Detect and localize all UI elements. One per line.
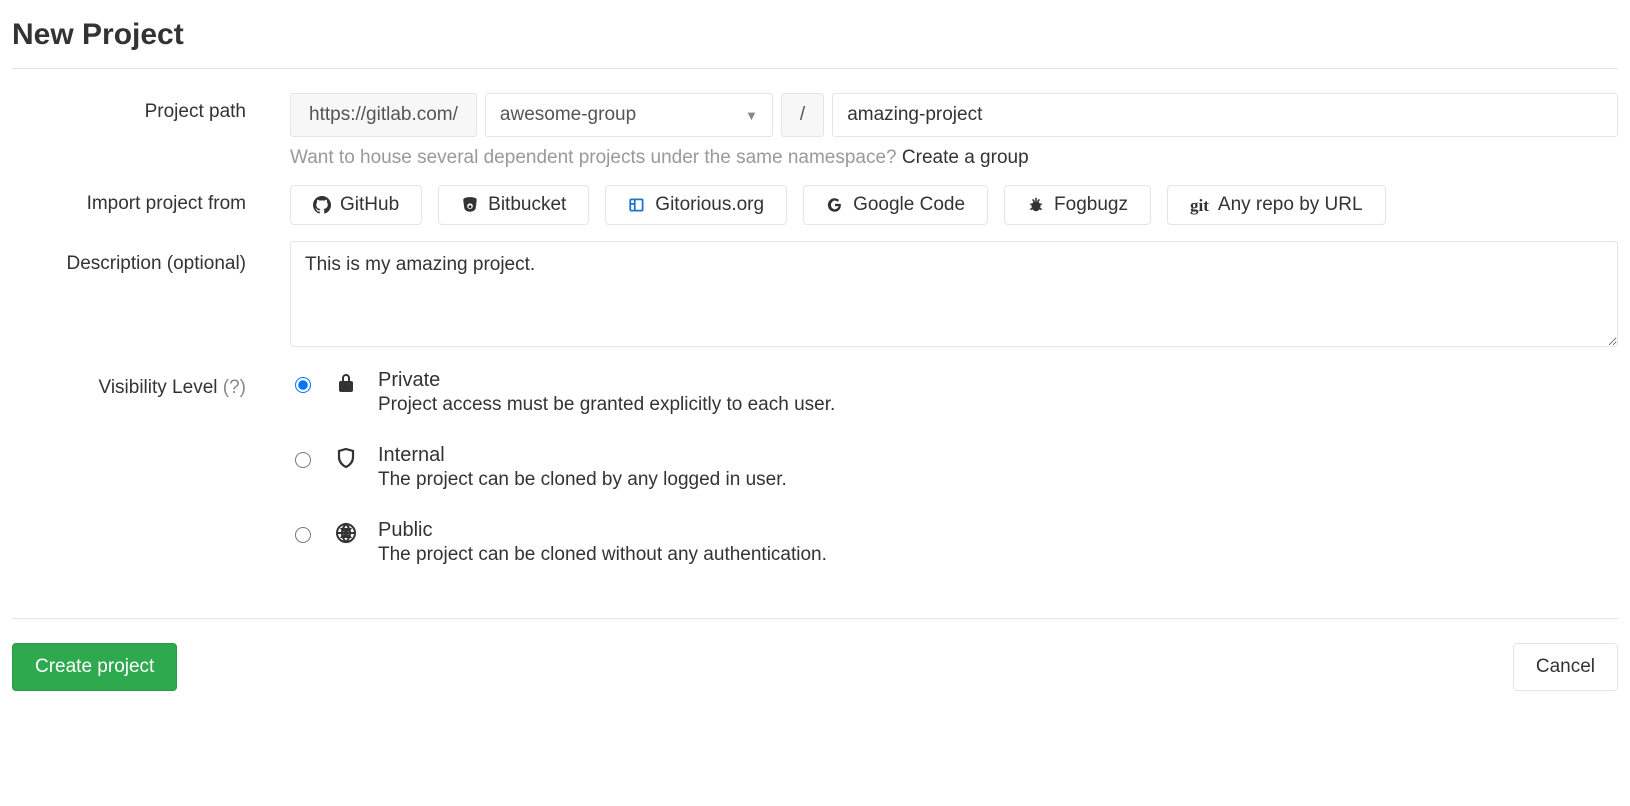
github-icon bbox=[313, 196, 331, 214]
visibility-private-title: Private bbox=[378, 369, 835, 392]
import-github-button[interactable]: GitHub bbox=[290, 185, 422, 225]
visibility-option-internal[interactable]: Internal The project can be cloned by an… bbox=[290, 444, 1618, 491]
footer-separator bbox=[12, 618, 1618, 619]
import-fogbugz-label: Fogbugz bbox=[1054, 194, 1128, 216]
visibility-internal-desc: The project can be cloned by any logged … bbox=[378, 469, 787, 491]
visibility-label: Visibility Level (?) bbox=[12, 369, 290, 399]
import-fogbugz-button[interactable]: Fogbugz bbox=[1004, 185, 1151, 225]
fogbugz-icon bbox=[1027, 196, 1045, 214]
git-icon: git bbox=[1190, 197, 1209, 214]
visibility-internal-title: Internal bbox=[378, 444, 787, 467]
path-separator: / bbox=[781, 93, 824, 137]
project-slug-input[interactable] bbox=[832, 93, 1618, 137]
namespace-select-value: awesome-group bbox=[500, 104, 636, 126]
visibility-public-desc: The project can be cloned without any au… bbox=[378, 544, 827, 566]
visibility-help-icon[interactable]: (?) bbox=[223, 377, 246, 398]
header-separator bbox=[12, 68, 1618, 69]
gitorious-icon bbox=[628, 196, 646, 214]
visibility-radio-private[interactable] bbox=[295, 377, 311, 393]
import-anyrepo-button[interactable]: git Any repo by URL bbox=[1167, 185, 1386, 225]
host-prefix: https://gitlab.com/ bbox=[290, 93, 477, 137]
import-googlecode-label: Google Code bbox=[853, 194, 965, 216]
create-group-link[interactable]: Create a group bbox=[902, 147, 1029, 168]
import-anyrepo-label: Any repo by URL bbox=[1218, 194, 1363, 216]
bitbucket-icon bbox=[461, 196, 479, 214]
namespace-hint: Want to house several dependent projects… bbox=[290, 147, 1618, 169]
import-bitbucket-label: Bitbucket bbox=[488, 194, 566, 216]
visibility-radio-public[interactable] bbox=[295, 527, 311, 543]
chevron-down-icon: ▼ bbox=[745, 108, 758, 123]
page-title: New Project bbox=[12, 18, 1618, 52]
import-googlecode-button[interactable]: Google Code bbox=[803, 185, 988, 225]
shield-icon bbox=[334, 446, 358, 470]
project-path-label: Project path bbox=[12, 93, 290, 123]
import-bitbucket-button[interactable]: Bitbucket bbox=[438, 185, 589, 225]
namespace-hint-text: Want to house several dependent projects… bbox=[290, 147, 902, 168]
import-github-label: GitHub bbox=[340, 194, 399, 216]
import-gitorious-label: Gitorious.org bbox=[655, 194, 764, 216]
googlecode-icon bbox=[826, 196, 844, 214]
import-from-label: Import project from bbox=[12, 185, 290, 215]
visibility-public-title: Public bbox=[378, 519, 827, 542]
lock-icon bbox=[334, 371, 358, 395]
create-project-button[interactable]: Create project bbox=[12, 643, 177, 691]
namespace-select[interactable]: awesome-group ▼ bbox=[485, 93, 773, 137]
description-textarea[interactable] bbox=[290, 241, 1618, 347]
import-gitorious-button[interactable]: Gitorious.org bbox=[605, 185, 787, 225]
description-label: Description (optional) bbox=[12, 241, 290, 275]
visibility-option-private[interactable]: Private Project access must be granted e… bbox=[290, 369, 1618, 416]
cancel-button[interactable]: Cancel bbox=[1513, 643, 1618, 691]
visibility-private-desc: Project access must be granted explicitl… bbox=[378, 394, 835, 416]
visibility-radio-internal[interactable] bbox=[295, 452, 311, 468]
globe-icon bbox=[334, 521, 358, 545]
visibility-option-public[interactable]: Public The project can be cloned without… bbox=[290, 519, 1618, 566]
